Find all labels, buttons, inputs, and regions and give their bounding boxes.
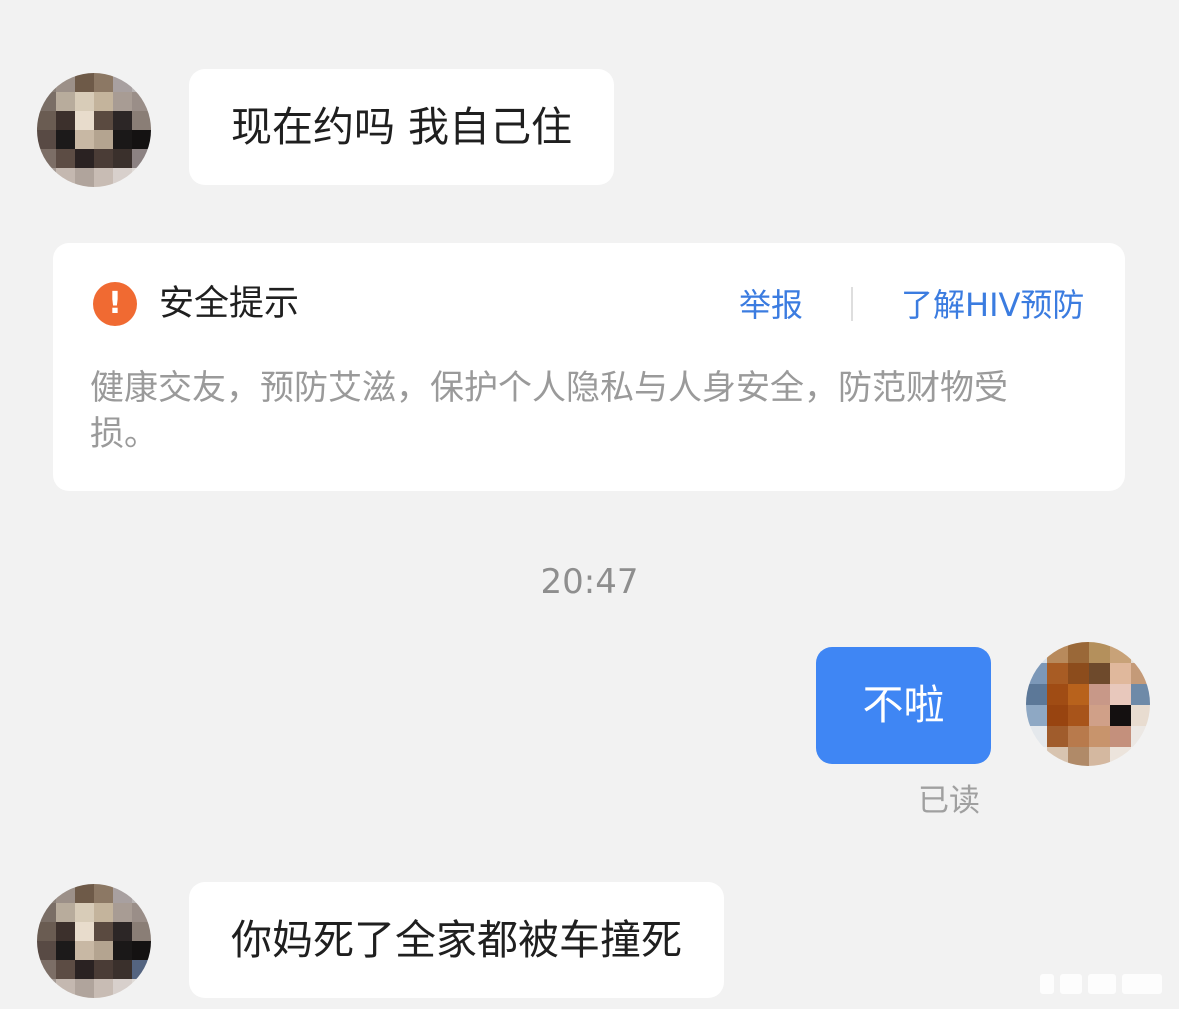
user-avatar[interactable] <box>1026 642 1150 766</box>
report-link[interactable]: 举报 <box>739 283 803 327</box>
safety-notice-card: ! 安全提示 举报 了解HIV预防 健康交友，预防艾滋，保护个人隐私与人身安全，… <box>53 243 1125 491</box>
learn-hiv-prevention-link[interactable]: 了解HIV预防 <box>901 283 1084 327</box>
message-text: 不啦 <box>862 681 945 729</box>
contact-avatar[interactable] <box>37 73 151 187</box>
safety-notice-title: 安全提示 <box>159 284 300 324</box>
read-status: 已读 <box>918 783 980 819</box>
message-text: 现在约吗 我自己住 <box>231 103 573 151</box>
message-text: 你妈死了全家都被车撞死 <box>231 916 682 964</box>
message-timestamp: 20:47 <box>540 562 639 602</box>
incoming-message-bubble[interactable]: 你妈死了全家都被车撞死 <box>189 882 724 998</box>
watermark <box>1040 968 1166 998</box>
outgoing-message-bubble[interactable]: 不啦 <box>816 647 991 764</box>
incoming-message-bubble[interactable]: 现在约吗 我自己住 <box>189 69 615 185</box>
safety-notice-body: 健康交友，预防艾滋，保护个人隐私与人身安全，防范财物受损。 <box>90 368 1008 454</box>
contact-avatar[interactable] <box>37 884 151 998</box>
warning-icon: ! <box>93 282 137 326</box>
link-divider <box>851 287 853 321</box>
